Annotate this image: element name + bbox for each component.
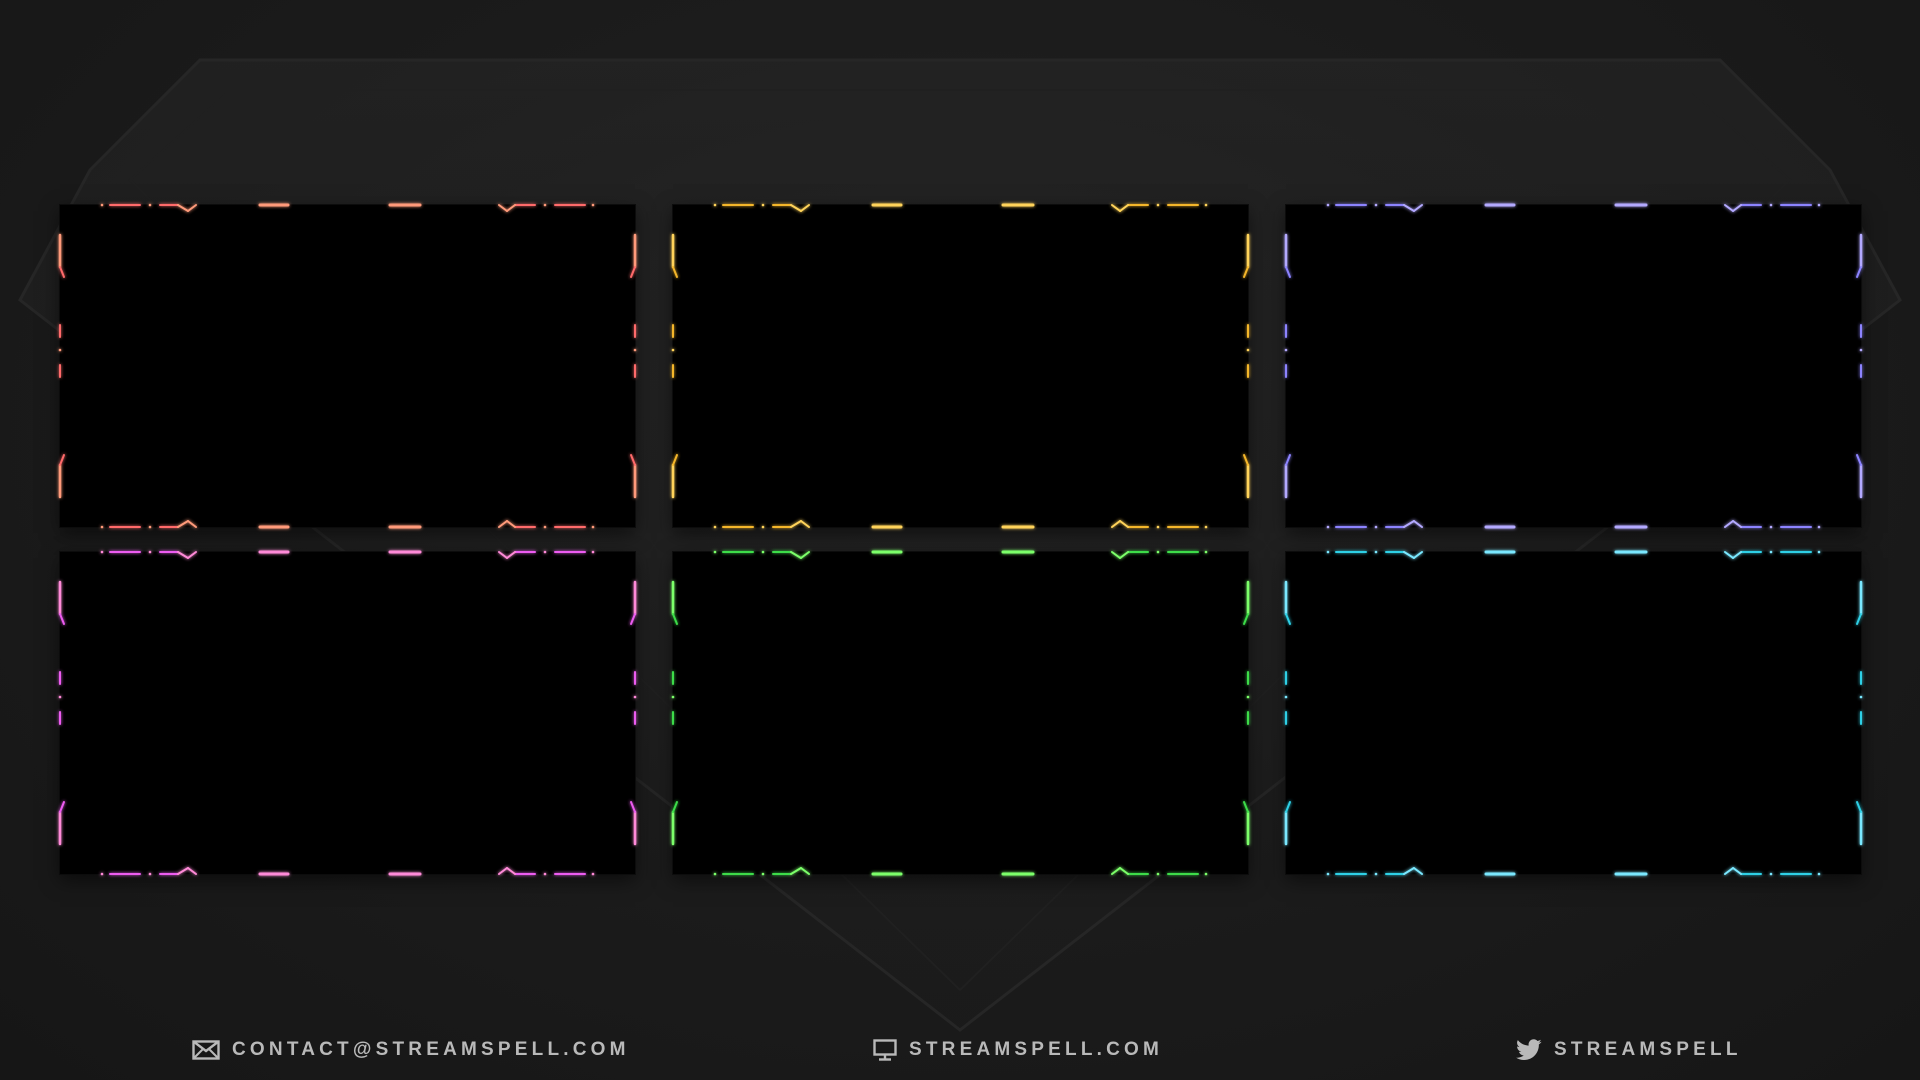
neon-frame-accents: [671, 203, 1250, 529]
overlay-panel-cyan: [1284, 550, 1863, 876]
background-diamond-shape: [18, 58, 1902, 1032]
neon-frame-accents: [1284, 203, 1863, 529]
neon-frame-accents: [1284, 550, 1863, 876]
overlay-panel-red: [58, 203, 637, 529]
overlay-panel-pink: [58, 550, 637, 876]
monitor-icon: [873, 1039, 897, 1061]
footer-website[interactable]: STREAMSPELL.COM: [873, 1030, 1163, 1070]
footer-twitter[interactable]: STREAMSPELL: [1516, 1030, 1742, 1070]
footer-email-label: CONTACT@STREAMSPELL.COM: [232, 1039, 630, 1060]
neon-frame-accents: [58, 203, 637, 529]
overlay-preview-canvas: CONTACT@STREAMSPELL.COM STREAMSPELL.COM …: [0, 0, 1920, 1080]
overlay-panel-gold: [671, 203, 1250, 529]
twitter-bird-icon: [1516, 1039, 1542, 1060]
footer-email[interactable]: CONTACT@STREAMSPELL.COM: [192, 1030, 630, 1070]
footer-contact-bar: CONTACT@STREAMSPELL.COM STREAMSPELL.COM …: [0, 1030, 1920, 1070]
neon-frame-accents: [58, 550, 637, 876]
footer-website-label: STREAMSPELL.COM: [909, 1039, 1164, 1060]
overlay-panel-green: [671, 550, 1250, 876]
footer-twitter-label: STREAMSPELL: [1554, 1039, 1742, 1060]
neon-frame-accents: [671, 550, 1250, 876]
envelope-icon: [192, 1040, 220, 1060]
overlay-panel-violet: [1284, 203, 1863, 529]
